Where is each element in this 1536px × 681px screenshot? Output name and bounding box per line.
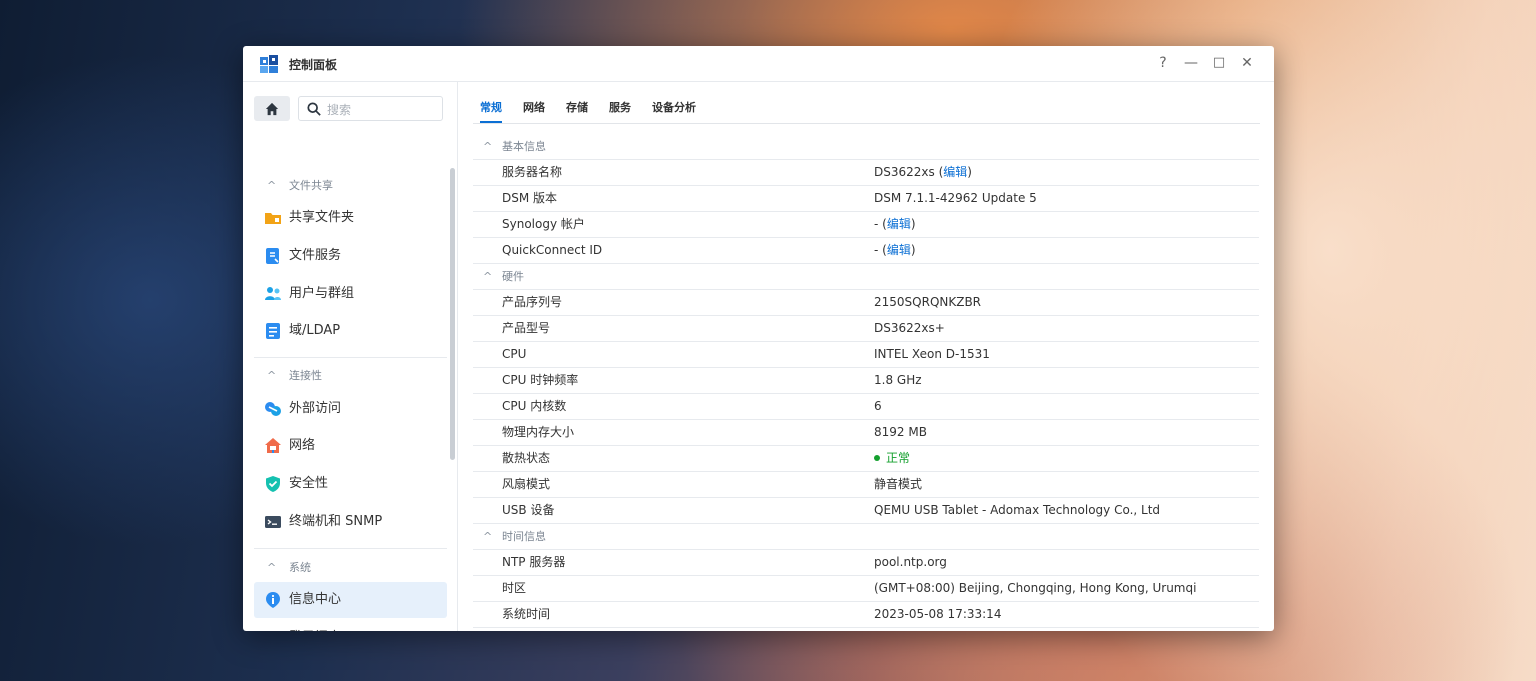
search-input[interactable]	[325, 100, 439, 119]
window-title: 控制面板	[289, 58, 338, 72]
external-access-icon	[265, 402, 281, 416]
users-groups-icon	[265, 287, 281, 300]
info-row-fan-mode: 风扇模式 静音模式	[473, 472, 1259, 498]
group-header-basic-info[interactable]: ^ 基本信息	[473, 134, 1259, 160]
sidebar-item-external-access[interactable]: 外部访问	[254, 391, 447, 427]
title-bar: 控制面板 ? — □ ✕	[243, 46, 1274, 82]
sidebar: ^文件共享 共享文件夹 文件服务 用户与群组 域/LDAP ^连接性 外部访问	[243, 82, 458, 631]
chevron-up-icon: ^	[483, 270, 493, 283]
info-row-quickconnect-id: QuickConnect ID - (编辑)	[473, 238, 1259, 264]
sidebar-item-shared-folder[interactable]: 共享文件夹	[254, 200, 447, 236]
section-file-sharing[interactable]: ^ 文件共享	[267, 178, 333, 194]
sidebar-scrollbar[interactable]	[450, 168, 455, 460]
terminal-icon	[265, 516, 281, 528]
search-icon	[307, 102, 321, 116]
info-row-dsm-version: DSM 版本 DSM 7.1.1-42962 Update 5	[473, 186, 1259, 212]
tab-services[interactable]: 服务	[609, 99, 631, 115]
sidebar-item-security[interactable]: 安全性	[254, 466, 447, 502]
close-button[interactable]: ✕	[1238, 54, 1256, 72]
tab-device-analysis[interactable]: 设备分析	[652, 99, 696, 115]
chevron-up-icon: ^	[483, 530, 493, 543]
domain-ldap-icon	[266, 323, 280, 339]
chevron-up-icon: ^	[267, 561, 277, 574]
network-icon	[265, 438, 281, 453]
info-row-server-name: 服务器名称 DS3622xs (编辑)	[473, 160, 1259, 186]
info-row-thermal-status: 散热状态 正常	[473, 446, 1259, 472]
info-row-model: 产品型号 DS3622xs+	[473, 316, 1259, 342]
sidebar-item-users-groups[interactable]: 用户与群组	[254, 276, 447, 312]
edit-synology-account-link[interactable]: 编辑	[887, 217, 911, 231]
info-row-synology-account: Synology 帐户 - (编辑)	[473, 212, 1259, 238]
file-services-icon	[266, 248, 279, 264]
info-row-serial-number: 产品序列号 2150SQRQNKZBR	[473, 290, 1259, 316]
sidebar-item-network[interactable]: 网络	[254, 428, 447, 464]
group-header-time-info[interactable]: ^ 时间信息	[473, 524, 1259, 550]
control-panel-window: 控制面板 ? — □ ✕ ^文件共享 共享文件夹 文件服务	[243, 46, 1274, 631]
edit-quickconnect-link[interactable]: 编辑	[887, 243, 911, 257]
info-row-usb-device: USB 设备 QEMU USB Tablet - Adomax Technolo…	[473, 498, 1259, 524]
tab-bar: 常规 网络 存储 服务 设备分析	[473, 82, 1260, 124]
shield-icon	[266, 476, 280, 492]
tab-network[interactable]: 网络	[523, 99, 545, 115]
minimize-button[interactable]: —	[1182, 54, 1200, 72]
chevron-up-icon: ^	[267, 369, 277, 382]
chevron-up-icon: ^	[267, 179, 277, 192]
sidebar-item-file-services[interactable]: 文件服务	[254, 238, 447, 274]
info-row-cpu-clock: CPU 时钟频率 1.8 GHz	[473, 368, 1259, 394]
login-portal-icon	[264, 629, 282, 631]
section-connectivity[interactable]: ^ 连接性	[267, 368, 322, 384]
edit-server-name-link[interactable]: 编辑	[943, 165, 967, 179]
sidebar-item-terminal-snmp[interactable]: 终端机和 SNMP	[254, 504, 447, 540]
section-divider	[254, 548, 447, 549]
group-header-hardware[interactable]: ^ 硬件	[473, 264, 1259, 290]
main-panel: 常规 网络 存储 服务 设备分析 ^ 基本信息 服务器名称 DS3622xs (编…	[459, 82, 1274, 631]
sidebar-item-login-portal[interactable]: 登录门户	[254, 620, 447, 631]
home-icon	[265, 102, 279, 116]
section-system[interactable]: ^ 系统	[267, 560, 311, 576]
help-button[interactable]: ?	[1154, 54, 1172, 72]
search-field[interactable]	[298, 96, 443, 121]
tab-storage[interactable]: 存储	[566, 99, 588, 115]
tab-general[interactable]: 常规	[480, 99, 502, 115]
info-row-cpu-cores: CPU 内核数 6	[473, 394, 1259, 420]
section-divider	[254, 357, 447, 358]
info-row-cpu: CPU INTEL Xeon D-1531	[473, 342, 1259, 368]
active-tab-indicator	[480, 121, 502, 123]
maximize-button[interactable]: □	[1210, 54, 1228, 72]
info-row-memory: 物理内存大小 8192 MB	[473, 420, 1259, 446]
info-row-ntp-server: NTP 服务器 pool.ntp.org	[473, 550, 1259, 576]
info-center-icon	[266, 592, 280, 608]
shared-folder-icon	[265, 213, 281, 224]
info-row-system-time: 系统时间 2023-05-08 17:33:14	[473, 602, 1259, 628]
status-ok-dot-icon	[874, 455, 880, 461]
chevron-up-icon: ^	[483, 140, 493, 153]
sidebar-item-domain-ldap[interactable]: 域/LDAP	[254, 313, 447, 349]
home-button[interactable]	[254, 96, 290, 121]
sidebar-item-info-center[interactable]: 信息中心	[254, 582, 447, 618]
info-row-timezone: 时区 (GMT+08:00) Beijing, Chongqing, Hong …	[473, 576, 1259, 602]
control-panel-app-icon	[260, 55, 278, 73]
